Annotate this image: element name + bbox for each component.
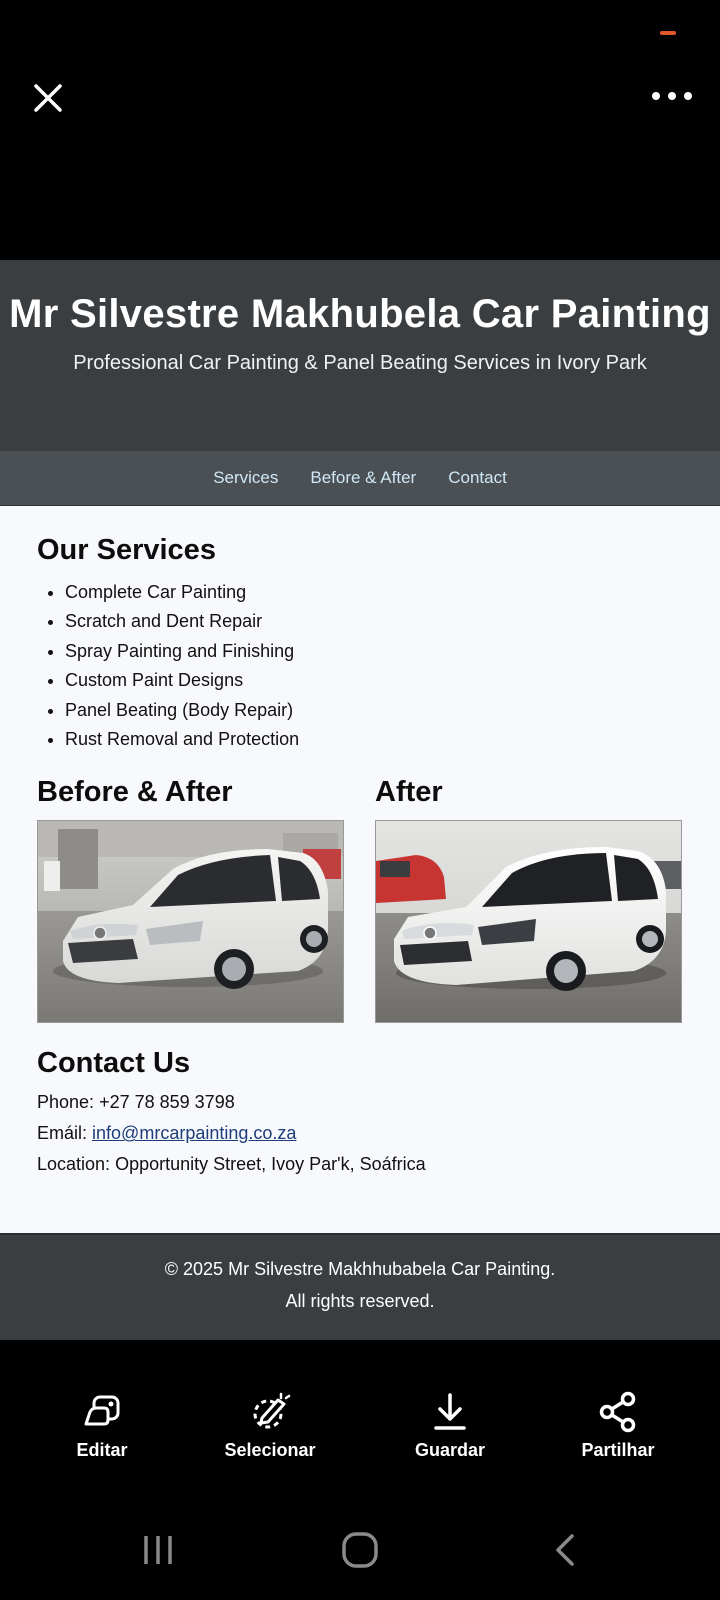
before-after-heading: Before & After (37, 776, 233, 809)
email-link[interactable]: info@mrcarpainting.co.za (92, 1123, 296, 1143)
phone-value: +27 78 859 3798 (99, 1092, 235, 1113)
site-header: Mr Silvestre Makhubela Car Painting Prof… (0, 260, 720, 451)
contact-section: Contact Us Phone: +27 78 859 3798 Emáil:… (37, 1045, 683, 1180)
site-content: Our Services Complete Car Painting Scrat… (0, 506, 720, 1180)
more-options-button[interactable] (648, 80, 696, 112)
back-icon (556, 1534, 574, 1566)
share-button[interactable]: Partilhar (528, 1390, 708, 1490)
contact-location: Location: Opportunity Street, Ivoy Par'k… (37, 1149, 683, 1180)
recents-button[interactable] (140, 1530, 180, 1575)
footer-rights: All rights reserved. (285, 1291, 435, 1311)
before-car-photo (37, 820, 344, 1024)
contact-heading: Contact Us (37, 1047, 191, 1080)
edit-button[interactable]: Editar (12, 1390, 192, 1490)
select-button[interactable]: Selecionar (180, 1390, 360, 1490)
contact-email: Emáil: info@mrcarpainting.co.za (37, 1118, 683, 1149)
service-item: Rust Removal and Protection (65, 725, 683, 754)
service-item: Custom Paint Designs (65, 666, 683, 695)
phone-label: Phone: (37, 1092, 95, 1113)
service-item: Panel Beating (Body Repair) (65, 696, 683, 725)
service-item: Complete Car Painting (65, 578, 683, 607)
select-icon (253, 1392, 291, 1429)
select-label: Selecionar (224, 1440, 316, 1460)
site-footer: © 2025 Mr Silvestre Makhhubabela Car Pai… (0, 1233, 720, 1340)
close-button[interactable] (28, 78, 68, 118)
viewer-top-bar (0, 0, 720, 260)
services-heading: Our Services (37, 534, 216, 566)
location-label: Location: (37, 1154, 111, 1175)
close-icon (34, 84, 62, 112)
back-button[interactable] (548, 1530, 588, 1575)
site-tagline: Professional Car Painting & Panel Beatin… (73, 352, 647, 374)
contact-phone: Phone: +27 78 859 3798 (37, 1087, 683, 1118)
save-label: Guardar (414, 1440, 486, 1460)
edit-label: Editar (76, 1440, 128, 1460)
home-icon (342, 1532, 378, 1568)
nav-link-contact[interactable]: Contact (448, 468, 507, 488)
after-column: After (375, 774, 682, 1024)
before-column: Before & After (37, 774, 344, 1024)
nav-link-services[interactable]: Services (213, 468, 278, 488)
after-car-photo (375, 820, 682, 1024)
site-nav: Services Before & After Contact (0, 451, 720, 506)
nav-link-before-after[interactable]: Before & After (310, 468, 416, 488)
system-nav-bar (0, 1530, 720, 1580)
website-image: Mr Silvestre Makhubela Car Painting Prof… (0, 260, 720, 1340)
save-button[interactable]: Guardar (360, 1390, 540, 1490)
status-indicator (660, 31, 676, 35)
site-title: Mr Silvestre Makhubela Car Painting (9, 292, 711, 336)
recents-icon (144, 1536, 172, 1564)
email-label: Emáil: (37, 1123, 88, 1144)
more-options-icon (652, 92, 692, 100)
image-action-bar: Editar Selecionar Guardar Partilhar (0, 1390, 720, 1490)
before-after-section: Before & After After (37, 774, 683, 1024)
services-list: Complete Car Painting Scratch and Dent R… (37, 578, 683, 754)
download-icon (434, 1393, 466, 1430)
service-item: Scratch and Dent Repair (65, 607, 683, 636)
after-heading: After (375, 776, 443, 809)
share-label: Partilhar (581, 1440, 655, 1460)
home-button[interactable] (340, 1530, 380, 1575)
share-icon (599, 1391, 636, 1433)
service-item: Spray Painting and Finishing (65, 637, 683, 666)
location-value: Opportunity Street, Ivoy Par'k, Soáfrica (115, 1154, 426, 1175)
edit-icon (84, 1395, 120, 1426)
footer-copyright: © 2025 Mr Silvestre Makhhubabela Car Pai… (164, 1259, 556, 1279)
